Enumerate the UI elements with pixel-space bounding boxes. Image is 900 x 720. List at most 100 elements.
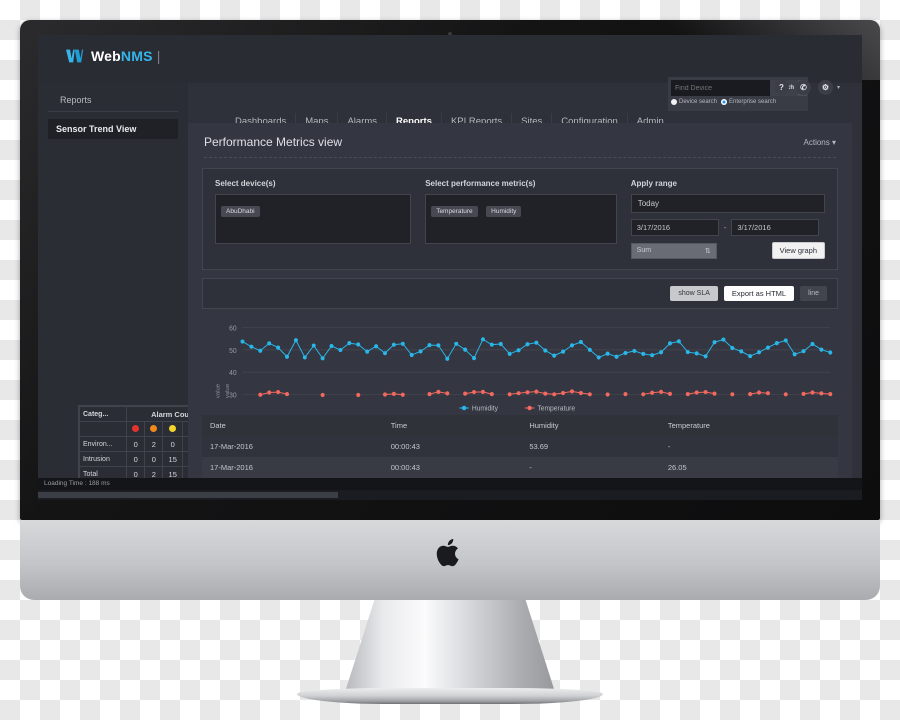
scrollbar-thumb[interactable] [38, 492, 338, 498]
sidebar-item-sensor-trend-view[interactable]: Sensor Trend View [48, 119, 178, 139]
svg-text:40: 40 [229, 370, 237, 377]
metric-chip-temperature[interactable]: Temperature [431, 206, 478, 217]
apple-logo-icon [436, 539, 459, 567]
filters-bar: Select device(s) AbuDhabi Select perform… [202, 168, 838, 270]
alarm-cell: 0 [162, 436, 184, 452]
chevron-down-icon[interactable]: ▾ [837, 84, 840, 91]
brand-logo[interactable]: WebNMS | [64, 48, 161, 64]
stepper-icon: ⇅ [704, 247, 711, 255]
column-temperature[interactable]: Temperature [659, 415, 838, 436]
radio-enterprise-search[interactable]: Enterprise search [721, 99, 776, 105]
radio-enterprise-label: Enterprise search [729, 99, 777, 105]
loading-time-label: Loading Time : 188 ms [44, 480, 110, 487]
alarm-row-label: Environ... [78, 436, 128, 452]
chevron-down-icon: ▾ [831, 137, 836, 147]
actions-label: Actions [803, 137, 830, 147]
radio-device-search[interactable]: Device search [671, 99, 717, 105]
radio-device-label: Device search [679, 99, 718, 105]
page-title: Performance Metrics view [204, 135, 343, 149]
alarm-severity-spacer [78, 421, 128, 437]
graph-toolbar: show SLA Export as HTML line [202, 278, 838, 309]
alarm-cell: 0 [126, 436, 146, 452]
date-to-input[interactable] [731, 219, 820, 236]
monitor-stand-base [297, 688, 603, 704]
alarm-row-label: Intrusion [78, 451, 128, 467]
top-icon-group: ? ✆ ⚙ ▾ [773, 80, 840, 95]
device-filter-label: Select device(s) [215, 179, 276, 188]
webnms-application: WebNMS | Search Device search [38, 35, 862, 500]
column-time[interactable]: Time [382, 415, 522, 436]
svg-text:60: 60 [229, 325, 237, 332]
trend-chart-svg: 30405060value valueHumidity Temperature [215, 325, 833, 413]
severity-critical-icon [126, 421, 146, 437]
brand-nms: NMS [120, 48, 153, 64]
brand-divider: | [156, 48, 161, 64]
search-scope-radios: Device search Enterprise search [671, 99, 805, 105]
aggregate-select[interactable]: Sum ⇅ [630, 242, 717, 259]
svg-text:Humidity: Humidity [472, 405, 499, 412]
column-humidity[interactable]: Humidity [521, 415, 660, 436]
brand-text: WebNMS | [91, 48, 161, 64]
date-range-row: - [630, 219, 825, 236]
monitor-chin [20, 520, 880, 600]
cell-time: 00:00:43 [382, 457, 522, 478]
cell-temperature: - [659, 436, 838, 457]
range-filter-label: Apply range [630, 179, 677, 188]
device-chip[interactable]: AbuDhabi [221, 206, 260, 217]
cell-humidity: - [521, 457, 660, 478]
cell-humidity: 53.69 [521, 436, 660, 457]
webnms-logo-icon [66, 49, 84, 63]
phone-icon[interactable]: ✆ [795, 80, 811, 95]
metric-filter: Select performance metric(s) Temperature… [425, 179, 617, 259]
top-bar: WebNMS | Search Device search [38, 35, 862, 111]
search-input[interactable] [671, 80, 770, 96]
alarm-cell: 2 [144, 436, 164, 452]
metrics-table-head: Date Time Humidity Temperature [202, 415, 838, 436]
brand-web: Web [91, 48, 121, 64]
severity-minor-icon [162, 421, 184, 437]
header-divider [204, 157, 836, 158]
show-sla-button[interactable]: show SLA [670, 286, 718, 301]
aggregate-value: Sum [636, 247, 652, 254]
device-listbox[interactable]: AbuDhabi [215, 194, 412, 244]
column-date[interactable]: Date [202, 415, 383, 436]
monitor-stand-neck [345, 600, 555, 692]
sidebar-title: Reports [48, 83, 178, 112]
date-separator: - [723, 223, 727, 232]
svg-text:Temperature: Temperature [537, 405, 575, 412]
chart-type-button[interactable]: line [800, 286, 827, 301]
metric-filter-label: Select performance metric(s) [425, 179, 536, 188]
gear-icon[interactable]: ⚙ [817, 80, 833, 95]
cell-time: 00:00:43 [382, 436, 522, 457]
alarm-category-header: Categ... [78, 406, 128, 422]
imac-mockup: WebNMS | Search Device search [0, 0, 900, 720]
radio-device-dot [671, 99, 677, 105]
help-icon[interactable]: ? [773, 80, 789, 95]
cell-date: 17-Mar-2016 [202, 436, 383, 457]
alarm-cell: 15 [162, 451, 184, 467]
severity-major-icon [144, 421, 164, 437]
svg-text:value: value [225, 384, 231, 398]
metric-chip-humidity[interactable]: Humidity [486, 206, 522, 217]
cell-date: 17-Mar-2016 [202, 457, 383, 478]
trend-chart[interactable]: 30 40 50 60 value value Humidity Temperature [202, 315, 838, 415]
alarm-cell: 0 [126, 451, 146, 467]
cell-temperature: 26.05 [659, 457, 838, 478]
device-filter: Select device(s) AbuDhabi [215, 179, 412, 259]
panel-header: Performance Metrics view Actions ▾ [188, 123, 852, 157]
view-graph-button[interactable]: View graph [771, 242, 826, 259]
table-row[interactable]: 17-Mar-2016 00:00:43 53.69 - [202, 436, 838, 457]
export-html-button[interactable]: Export as HTML [723, 286, 795, 301]
horizontal-scrollbar[interactable] [38, 490, 862, 500]
actions-menu[interactable]: Actions ▾ [804, 138, 836, 147]
svg-text:value: value [215, 384, 221, 398]
alarm-cell: 0 [144, 451, 164, 467]
content-panel: Performance Metrics view Actions ▾ Selec… [188, 123, 852, 499]
date-from-input[interactable] [630, 219, 719, 236]
metric-listbox[interactable]: Temperature Humidity [425, 194, 617, 244]
metrics-header-row: Date Time Humidity Temperature [202, 415, 838, 436]
table-row[interactable]: 17-Mar-2016 00:00:43 - 26.05 [202, 457, 838, 478]
aggregate-row: Sum ⇅ View graph [630, 242, 826, 259]
range-preset-input[interactable] [630, 194, 826, 213]
screen: WebNMS | Search Device search [38, 35, 862, 500]
